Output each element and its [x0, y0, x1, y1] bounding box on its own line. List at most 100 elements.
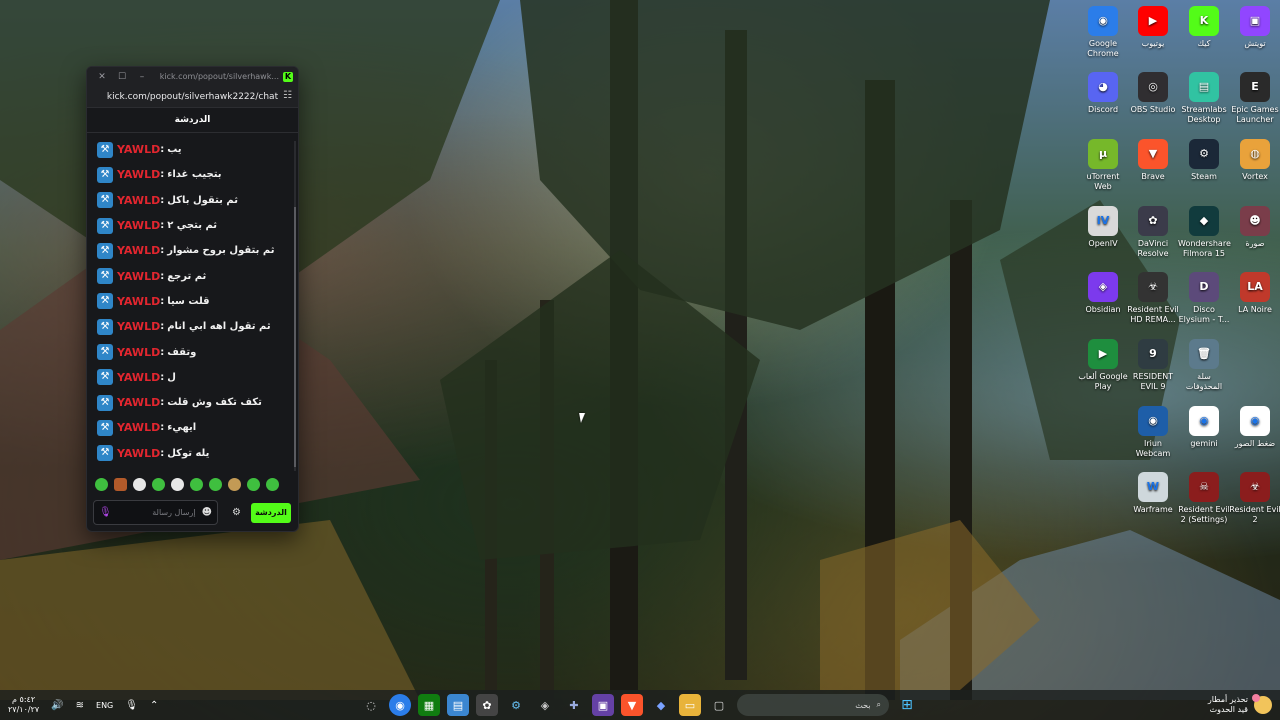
chat-message-input[interactable]: 🎙 إرسال رسالة ☻	[93, 500, 218, 525]
chat-username[interactable]: YAWLD	[117, 421, 160, 434]
chat-username[interactable]: YAWLD	[117, 396, 160, 409]
desktop-shortcut[interactable]: ◎ OBS Studio	[1127, 72, 1179, 115]
chrome-taskbar-icon[interactable]: ◉	[389, 694, 411, 716]
xbox-app-icon[interactable]: ▦	[418, 694, 440, 716]
desktop-shortcut-label: Resident Evil 2 (Settings)	[1178, 505, 1230, 524]
microphone-tray-icon[interactable]: 🎙	[125, 700, 138, 711]
chat-settings-gear-icon[interactable]: ⚙	[232, 507, 241, 518]
desktop-shortcut[interactable]: ⚙ Steam	[1178, 139, 1230, 182]
desktop-shortcut[interactable]: ◈ Obsidian	[1077, 272, 1129, 315]
chat-username[interactable]: YAWLD	[117, 447, 160, 460]
chat-message: ⚒ YAWLD: يب	[87, 137, 298, 162]
windows-start-icon[interactable]: ⊞	[896, 694, 918, 716]
chat-colon: :	[160, 397, 165, 409]
desktop-shortcut[interactable]: ☣ Resident Evil HD REMA...	[1127, 272, 1179, 325]
brave-taskbar-icon[interactable]: ▼	[621, 694, 643, 716]
chat-username[interactable]: YAWLD	[117, 244, 160, 257]
chat-username[interactable]: YAWLD	[117, 194, 160, 207]
desktop-shortcut[interactable]: ◉ ضغط الصور	[1229, 406, 1280, 449]
chat-username[interactable]: YAWLD	[117, 168, 160, 181]
emote-icon[interactable]	[190, 477, 203, 491]
desktop-shortcut[interactable]: ◉ Iriun Webcam	[1127, 406, 1179, 459]
chat-username[interactable]: YAWLD	[117, 270, 160, 283]
desktop-shortcut[interactable]: LA LA Noire	[1229, 272, 1280, 315]
desktop-shortcut[interactable]: ▶ ألعاب Google Play	[1077, 339, 1129, 392]
desktop-shortcut[interactable]: ☠ Resident Evil 2 (Settings)	[1178, 472, 1230, 525]
chat-username[interactable]: YAWLD	[117, 346, 160, 359]
chat-message: ⚒ YAWLD: ثم بتجي ٢	[87, 213, 298, 238]
emote-icon[interactable]	[114, 477, 127, 491]
chat-username[interactable]: YAWLD	[117, 143, 160, 156]
youtube-icon: ▶	[1138, 6, 1168, 36]
close-icon[interactable]: ✕	[92, 72, 112, 82]
desktop-shortcut[interactable]: ◉ gemini	[1178, 406, 1230, 449]
user-badge-icon: ⚒	[97, 344, 113, 361]
chat-username[interactable]: YAWLD	[117, 219, 160, 232]
desktop-shortcut-label: Wondershare Filmora 15	[1178, 239, 1231, 258]
desktop-shortcut[interactable]: E Epic Games Launcher	[1229, 72, 1280, 125]
emote-icon[interactable]	[247, 477, 260, 491]
emote-icon[interactable]	[171, 477, 184, 491]
twitch-studio-icon[interactable]: ▣	[592, 694, 614, 716]
chat-username[interactable]: YAWLD	[117, 371, 160, 384]
gamepad-icon[interactable]: ✚	[563, 694, 585, 716]
emote-quick-bar	[95, 476, 290, 492]
desktop-shortcut[interactable]: ◉ Google Chrome	[1077, 6, 1129, 59]
desktop-shortcut[interactable]: ▤ Streamlabs Desktop	[1178, 72, 1230, 125]
popup-address-bar[interactable]: kick.com/popout/silverhawk2222/chat ☷	[87, 86, 298, 108]
desktop-shortcut[interactable]: K كيك	[1178, 6, 1230, 49]
desktop-shortcut[interactable]: ▶ يوتيوب	[1127, 6, 1179, 49]
minimize-icon[interactable]: –	[132, 72, 152, 82]
desktop-shortcut[interactable]: ☣ Resident Evil 2	[1229, 472, 1280, 525]
controller-icon[interactable]: ◈	[534, 694, 556, 716]
site-settings-icon[interactable]: ☷	[283, 90, 292, 101]
chat-username[interactable]: YAWLD	[117, 295, 160, 308]
desktop-shortcut[interactable]: W Warframe	[1127, 472, 1179, 515]
desktop-shortcut[interactable]: D Disco Elysium - T...	[1178, 272, 1230, 325]
chat-send-button[interactable]: الدردشة	[250, 502, 291, 523]
notepad-icon[interactable]: ▤	[447, 694, 469, 716]
emote-icon[interactable]	[209, 477, 222, 491]
vpn-icon[interactable]: ◆	[650, 694, 672, 716]
desktop-shortcut[interactable]: ✿ DaVinci Resolve	[1127, 206, 1179, 259]
task-view-icon[interactable]: ▢	[708, 694, 730, 716]
desktop-shortcut[interactable]: ☻ صورة	[1229, 206, 1280, 249]
desktop-shortcut[interactable]: ◆ Wondershare Filmora 15	[1178, 206, 1231, 259]
emote-icon[interactable]	[266, 477, 279, 491]
chat-message-text: يب	[167, 144, 182, 156]
desktop-shortcut[interactable]: μ uTorrent Web	[1077, 139, 1129, 192]
emote-icon[interactable]	[228, 477, 241, 491]
emote-icon[interactable]	[133, 477, 146, 491]
chat-scrollbar-thumb[interactable]	[294, 207, 296, 467]
desktop-shortcut[interactable]: ▼ Brave	[1127, 139, 1179, 182]
file-explorer-icon[interactable]: ▭	[679, 694, 701, 716]
emote-icon[interactable]	[95, 477, 108, 491]
emoji-picker-icon[interactable]: ☻	[202, 507, 212, 518]
davinci-taskbar-icon[interactable]: ✿	[476, 694, 498, 716]
re9-icon: 9	[1138, 339, 1168, 369]
copilot-icon[interactable]: ◌	[360, 694, 382, 716]
microphone-icon[interactable]: 🎙	[99, 507, 112, 518]
taskbar-search-box[interactable]: بحث ⌕	[737, 694, 889, 716]
chat-message-text: ثم بتقول بروح مشوار	[167, 245, 275, 257]
desktop-shortcut[interactable]: ▣ تويتش	[1229, 6, 1280, 49]
desktop-shortcut[interactable]: 🗑 سلة المحذوفات	[1178, 339, 1230, 392]
chat-input-placeholder: إرسال رسالة	[152, 508, 196, 517]
steam-taskbar-icon[interactable]: ⚙	[505, 694, 527, 716]
taskbar-clock[interactable]: ٥:٤٢ م ٢٧/١٠/٢٧	[8, 695, 39, 715]
emote-icon[interactable]	[152, 477, 165, 491]
desktop-shortcut[interactable]: ◕ Discord	[1077, 72, 1129, 115]
wifi-icon[interactable]: ≋	[76, 700, 84, 711]
desktop-shortcut[interactable]: ◍ Vortex	[1229, 139, 1280, 182]
desktop-shortcut[interactable]: 9 RESIDENT EVIL 9	[1127, 339, 1179, 392]
desktop-shortcut[interactable]: IV OpenIV	[1077, 206, 1129, 249]
language-indicator[interactable]: ENG	[96, 701, 113, 710]
chat-username[interactable]: YAWLD	[117, 320, 160, 333]
weather-widget[interactable]: تحذير أمطار قيد الحدوث	[1208, 690, 1272, 720]
epic-icon: E	[1240, 72, 1270, 102]
disco-icon: D	[1189, 272, 1219, 302]
maximize-icon[interactable]: ☐	[112, 72, 132, 82]
chat-message-text: ثم تقول اهه ابي انام	[167, 321, 271, 333]
chevron-up-icon[interactable]: ⌃	[150, 700, 158, 711]
volume-icon[interactable]: 🔊	[51, 700, 63, 711]
